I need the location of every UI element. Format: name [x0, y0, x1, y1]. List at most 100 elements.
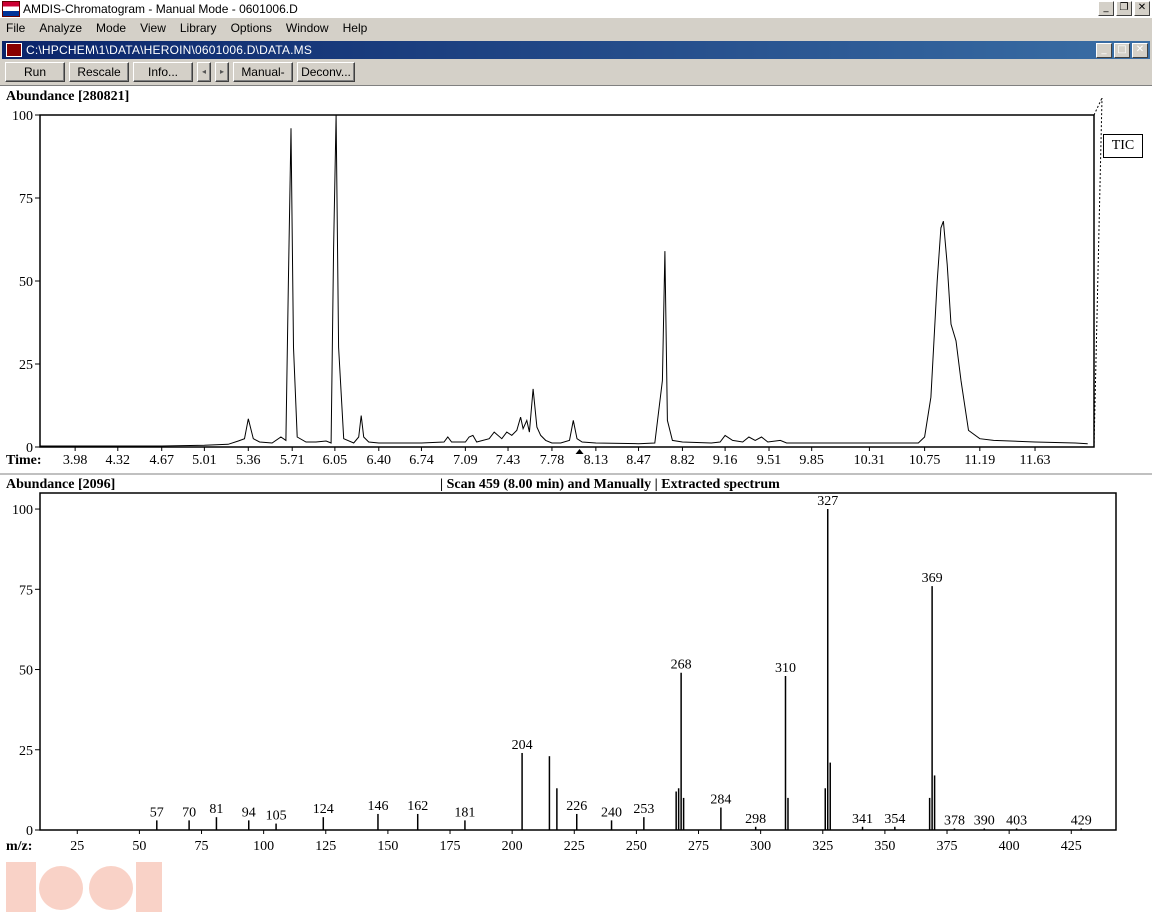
spectrum-x-tick-label: 200	[502, 839, 523, 854]
spectrum-subtitle: | Scan 459 (8.00 min) and Manually | Ext…	[440, 477, 780, 492]
spectrum-peak-label: 378	[944, 813, 965, 828]
spectrum-peak-label: 253	[633, 802, 654, 817]
tic-y-tick-label: 75	[19, 192, 33, 207]
tic-x-label: Time:	[6, 453, 42, 468]
tic-dashed-connector-lower	[1093, 97, 1103, 448]
spectrum-peak-label: 94	[242, 805, 256, 820]
spectrum-peak-label: 124	[313, 802, 334, 817]
next-arrow-icon[interactable]: ▸	[215, 62, 229, 82]
manual-on-button[interactable]: Manual-On	[233, 62, 293, 97]
tic-x-tick-label: 5.36	[236, 453, 261, 468]
spectrum-x-tick-label: 350	[874, 839, 895, 854]
spectrum-x-tick-label: 100	[253, 839, 274, 854]
tic-x-tick-label: 10.75	[909, 453, 941, 468]
menu-analyze[interactable]: Analyze	[33, 21, 90, 35]
menu-options[interactable]: Options	[225, 21, 280, 35]
spectrum-peak-label: 81	[209, 802, 223, 817]
spectrum-peak-label: 354	[884, 812, 905, 827]
app-icon[interactable]	[2, 1, 20, 17]
spectrum-x-tick-label: 75	[195, 839, 209, 854]
chromatogram-window: C:\HPCHEM\1\DATA\HEROIN\0601006.D\DATA.M…	[0, 38, 1152, 912]
child-close-icon[interactable]: ✕	[1132, 43, 1148, 58]
tic-y-axis: 0255075100	[12, 109, 40, 456]
menu-help[interactable]: Help	[337, 21, 376, 35]
tic-plot-frame	[39, 114, 1095, 448]
spectrum-y-tick-label: 75	[19, 583, 33, 598]
spectrum-x-axis: 25 50 75 100 125 150 175 200 225 250 275 300 325 350 3…	[70, 830, 1082, 854]
tic-x-tick-label: 5.71	[280, 453, 305, 468]
tic-x-tick-label: 8.82	[670, 453, 695, 468]
tic-y-tick-label: 25	[19, 358, 33, 373]
spectrum-peak-label: 57	[150, 805, 164, 820]
child-minimize-icon[interactable]: _	[1096, 43, 1112, 58]
scan-marker-icon[interactable]	[575, 449, 584, 454]
spectrum-x-tick-label: 275	[688, 839, 709, 854]
spectrum-peak-label: 105	[266, 809, 287, 824]
spectrum-x-tick-label: 300	[750, 839, 771, 854]
deconv-button[interactable]: Deconv...	[297, 62, 355, 82]
menu-mode[interactable]: Mode	[90, 21, 134, 35]
spectrum-peak-label: 204	[512, 738, 533, 753]
tic-x-tick-label: 8.47	[626, 453, 651, 468]
menu-file[interactable]: File	[0, 21, 33, 35]
spectrum-x-tick-label: 250	[626, 839, 647, 854]
spectrum-peak-label: 226	[566, 799, 587, 814]
spectrum-x-tick-label: 175	[440, 839, 461, 854]
watermark-logo	[6, 862, 162, 912]
tic-dashed-connector	[1093, 97, 1103, 116]
tic-label-box[interactable]: TIC	[1103, 134, 1143, 158]
tic-x-tick-label: 3.98	[63, 453, 88, 468]
spectrum-y-axis: 0 25 50 75 100	[12, 503, 40, 839]
spectrum-peak-label: 268	[671, 658, 692, 673]
spectrum-x-label: m/z:	[6, 839, 32, 854]
spectrum-peak-label: 403	[1006, 813, 1027, 828]
close-icon[interactable]: ✕	[1134, 1, 1150, 16]
spectrum-plot-frame	[39, 492, 1117, 831]
spectrum-x-tick-label: 375	[937, 839, 958, 854]
rescale-button[interactable]: Rescale	[69, 62, 129, 82]
spectrum-x-tick-label: 325	[812, 839, 833, 854]
menu-bar: File Analyze Mode View Library Options W…	[0, 18, 1152, 38]
spectrum-peak-label: 284	[710, 793, 731, 808]
tic-x-tick-label: 6.40	[367, 453, 392, 468]
spectrum-peak-label: 298	[745, 812, 766, 827]
tic-x-tick-label: 9.51	[757, 453, 782, 468]
spectrum-peak-label: 429	[1071, 813, 1092, 828]
spectrum-y-tick-label: 100	[12, 503, 33, 518]
spectrum-x-tick-label: 225	[564, 839, 585, 854]
info-button[interactable]: Info...	[133, 62, 193, 82]
tic-x-tick-label: 11.63	[1020, 453, 1051, 468]
tic-x-tick-label: 8.13	[584, 453, 609, 468]
document-icon[interactable]	[6, 43, 22, 57]
spectrum-peak-label: 341	[852, 812, 873, 827]
spectrum-peak-label: 70	[182, 805, 196, 820]
menu-window[interactable]: Window	[280, 21, 337, 35]
spectrum-peak-label: 146	[367, 799, 388, 814]
spectrum-y-tick-label: 50	[19, 664, 33, 679]
spectrum-x-tick-label: 125	[315, 839, 336, 854]
menu-library[interactable]: Library	[174, 21, 225, 35]
run-button[interactable]: Run	[5, 62, 65, 82]
tic-x-tick-label: 6.05	[323, 453, 348, 468]
tic-x-tick-label: 5.01	[192, 453, 217, 468]
app-title: AMDIS-Chromatogram - Manual Mode - 06010…	[23, 2, 298, 16]
tic-x-axis: 3.98 4.32 4.67 5.01 5.36 5.71 6.05 6.40 6.74 7.09…	[63, 447, 1051, 468]
spectrum-peak-label: 181	[454, 805, 475, 820]
tic-x-tick-label: 7.09	[453, 453, 478, 468]
tic-y-tick-label: 100	[12, 109, 33, 124]
tic-x-tick-label: 7.43	[496, 453, 521, 468]
child-title-bar: C:\HPCHEM\1\DATA\HEROIN\0601006.D\DATA.M…	[2, 41, 1150, 59]
menu-view[interactable]: View	[134, 21, 174, 35]
tic-x-tick-label: 10.31	[854, 453, 886, 468]
spectrum-peak-label: 390	[974, 813, 995, 828]
plot-area[interactable]: Abundance [280821] 0 25 50 75 100 3.98 4.32 4.…	[0, 85, 1152, 912]
minimize-icon[interactable]: _	[1098, 1, 1114, 16]
spectrum-x-tick-label: 50	[132, 839, 146, 854]
child-title: C:\HPCHEM\1\DATA\HEROIN\0601006.D\DATA.M…	[26, 43, 313, 57]
charts-svg[interactable]: Abundance [280821] 0 25 50 75 100 3.98 4.32 4.…	[0, 86, 1152, 865]
restore-icon[interactable]: ❐	[1116, 1, 1132, 16]
toolbar: Run Rescale Info... ◂ ▸ Manual-On Deconv…	[0, 60, 1152, 97]
child-maximize-icon[interactable]: □	[1114, 43, 1130, 58]
spectrum-peak-label: 162	[407, 799, 428, 814]
previous-arrow-icon[interactable]: ◂	[197, 62, 211, 82]
